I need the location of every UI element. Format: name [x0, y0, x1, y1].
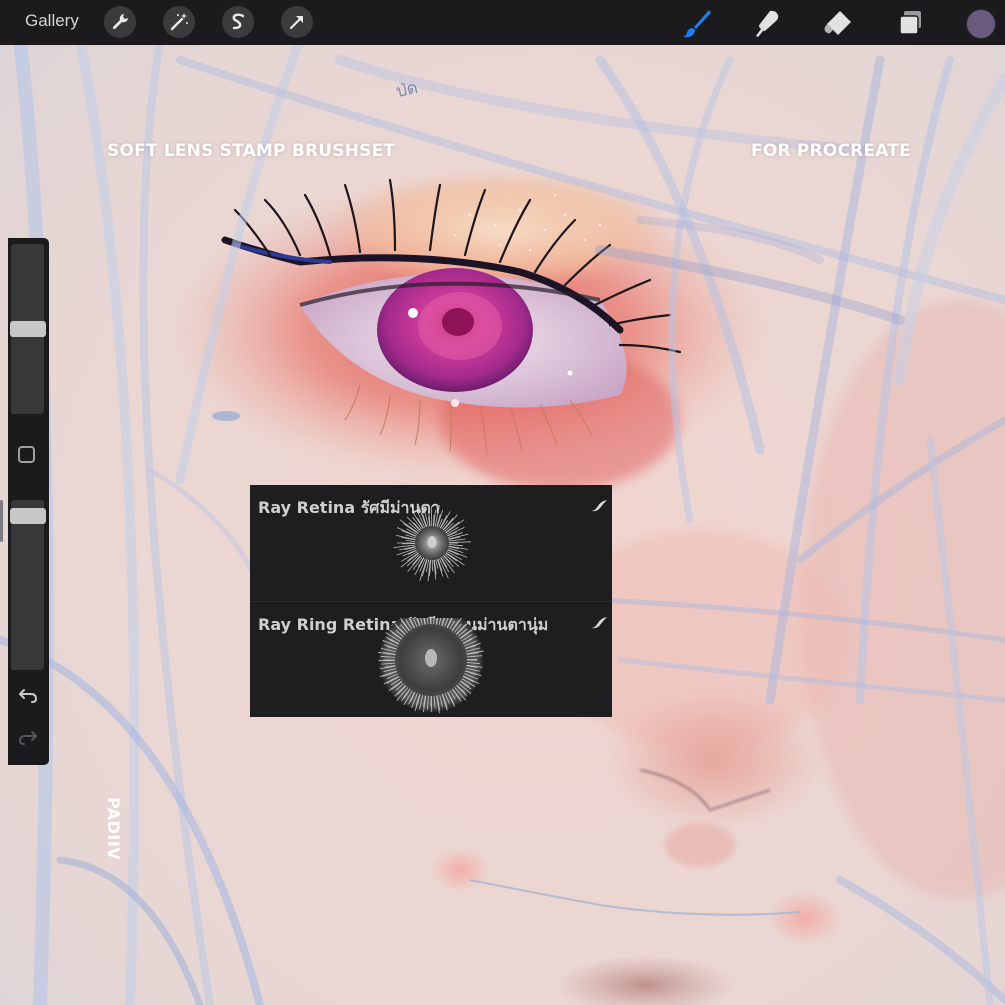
layers-icon	[899, 11, 921, 35]
redo-icon	[18, 731, 37, 745]
brush-stroke-icon	[591, 617, 607, 629]
brush-size-handle[interactable]	[10, 321, 46, 337]
brush-item-ray-retina[interactable]: Ray Retina รัศมีม่านตา	[250, 485, 612, 601]
brush-item-ray-ring-retina[interactable]: Ray Ring Retina รัศมีแหวนม่านตานุ่ม	[250, 601, 612, 718]
eyedropper-modify-button[interactable]	[18, 446, 35, 463]
brush-size-slider[interactable]	[10, 244, 46, 414]
brush-ray-stroke	[445, 541, 472, 543]
eraser-icon	[824, 11, 851, 35]
brush-icon	[683, 10, 711, 38]
sidebar-edge-handle[interactable]	[0, 500, 3, 542]
selection-button[interactable]	[222, 6, 254, 38]
brush-library-panel: Ray Retina รัศมีม่านตา Ray Ring Retina ร…	[250, 485, 612, 717]
redo-button[interactable]	[17, 728, 39, 748]
color-picker-button[interactable]	[966, 9, 996, 39]
smudge-icon	[756, 10, 779, 37]
top-toolbar: Gallery	[0, 0, 1005, 45]
side-toolbar	[8, 238, 49, 765]
ray-burst-preview	[393, 505, 472, 582]
eraser-tool[interactable]	[823, 8, 853, 38]
layers-tool[interactable]	[895, 8, 925, 38]
promo-title: SOFT LENS STAMP BRUSHSET	[107, 141, 396, 161]
transform-arrow-icon	[289, 16, 303, 30]
gallery-button[interactable]: Gallery	[25, 11, 79, 31]
opacity-slider[interactable]	[10, 500, 46, 670]
magic-wand-icon	[170, 13, 188, 31]
transform-button[interactable]	[281, 6, 313, 38]
selection-icon	[232, 13, 245, 30]
undo-button[interactable]	[17, 686, 39, 706]
actions-button[interactable]	[104, 6, 136, 38]
adjustments-button[interactable]	[163, 6, 195, 38]
artist-credit: PADIIV	[104, 797, 123, 861]
undo-icon	[19, 689, 38, 703]
brush-tool[interactable]	[682, 8, 712, 38]
brush-stroke-icon	[591, 500, 607, 512]
ray-ring-preview	[377, 618, 484, 714]
wrench-icon	[112, 14, 128, 30]
brush-ray-stroke	[445, 545, 468, 550]
opacity-handle[interactable]	[10, 508, 46, 524]
promo-subtitle: FOR PROCREATE	[751, 141, 911, 161]
smudge-tool[interactable]	[752, 8, 782, 38]
